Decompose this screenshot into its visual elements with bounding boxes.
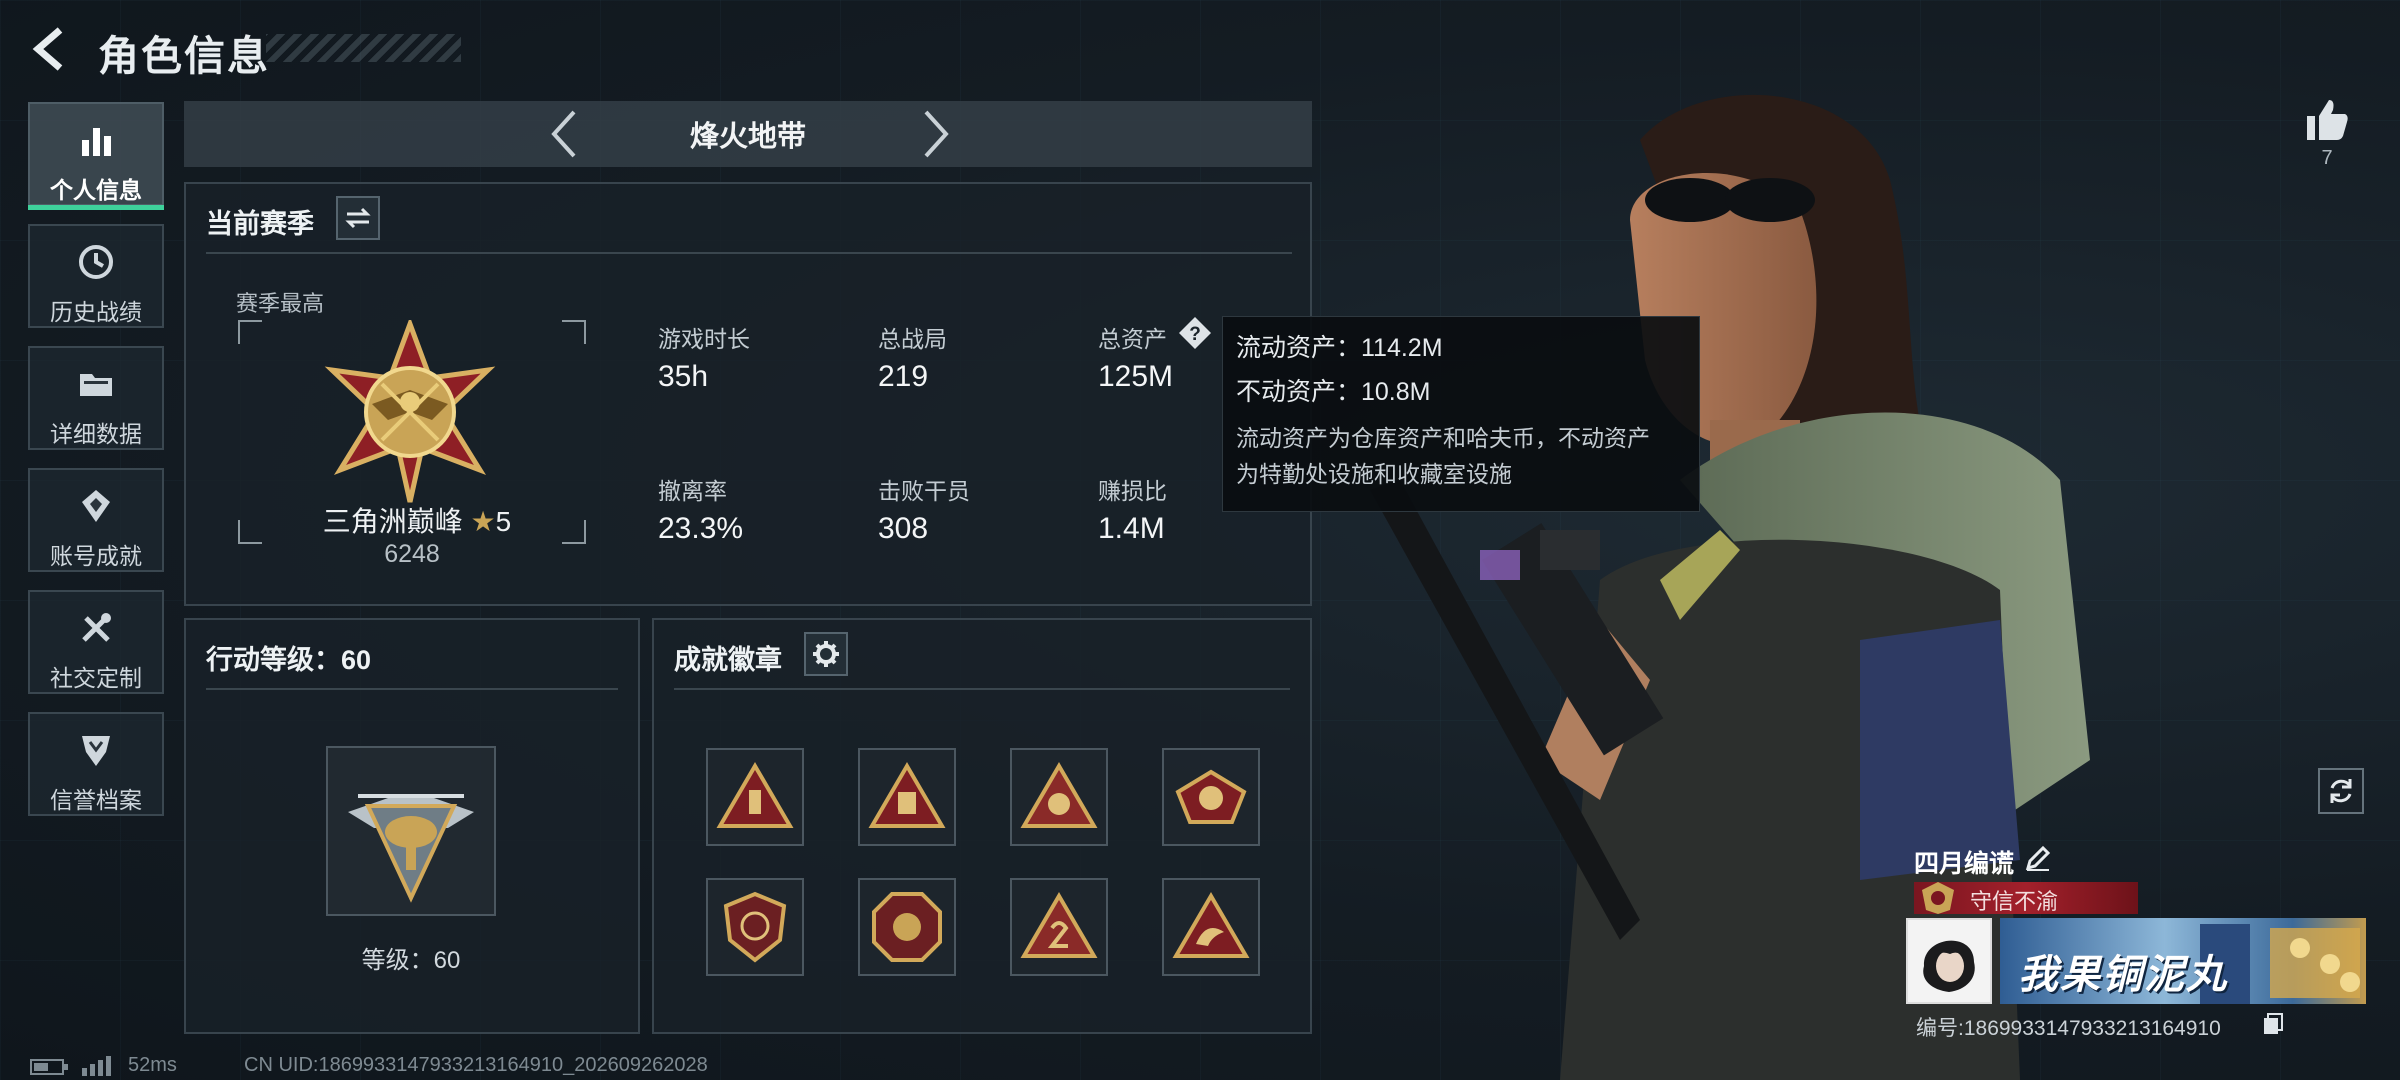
name-card-text: 我果铜泥丸: [2018, 953, 2228, 997]
star-triangle-badge-icon: [1020, 762, 1098, 828]
badge-settings-button[interactable]: [804, 632, 848, 676]
badge-slot-1[interactable]: [706, 748, 804, 846]
badge-slot-5[interactable]: [706, 878, 804, 976]
badge-slot-2[interactable]: [858, 748, 956, 846]
badge-slot-3[interactable]: [1010, 748, 1108, 846]
next-mode-arrow-icon[interactable]: [916, 108, 956, 160]
credit-shield-icon: [82, 736, 110, 766]
nav-item-personal-info[interactable]: 个人信息: [28, 102, 164, 210]
badge-divider: [674, 688, 1290, 690]
level-divider: [206, 688, 618, 690]
prev-mode-arrow-icon[interactable]: [544, 108, 584, 160]
season-highest-label: 赛季最高: [236, 291, 325, 316]
stat-label: 游戏时长: [658, 326, 750, 352]
bar-chart-icon: [82, 128, 111, 156]
honor-title: 守信不渝: [1970, 889, 2059, 914]
clock-icon: [79, 245, 113, 279]
octagon-badge-icon: [872, 892, 942, 962]
nav-item-social-custom[interactable]: 社交定制: [28, 590, 164, 694]
season-title: 当前赛季: [206, 209, 314, 239]
badge-title: 成就徽章: [674, 645, 782, 675]
stat-label: 总战局: [878, 326, 947, 352]
honor-emblem-icon: [1922, 882, 1954, 914]
nav-item-detailed-data[interactable]: 详细数据: [28, 346, 164, 450]
rank-name-row: 三角洲巅峰 ★5: [310, 500, 524, 540]
level-title: 行动等级：60: [206, 645, 372, 675]
stat-value: 1.4M: [1098, 512, 1165, 545]
badge-slot-7[interactable]: [1010, 878, 1108, 976]
season-divider: [206, 252, 1292, 254]
refresh-button[interactable]: [2318, 768, 2364, 814]
battery-icon: [30, 1059, 68, 1075]
stat-label: 撤离率: [658, 478, 727, 504]
achievement-icon: [82, 490, 110, 522]
thumbs-up-icon: [2307, 100, 2348, 140]
mode-title: 烽火地带: [689, 121, 806, 153]
stat-label: 赚损比: [1098, 478, 1167, 504]
nav-item-history[interactable]: 历史战绩: [28, 224, 164, 328]
folder-icon: [80, 374, 112, 396]
nav-label: 社交定制: [50, 665, 142, 691]
shield-badge-icon: [723, 891, 787, 963]
edit-pencil-icon[interactable]: [2024, 844, 2052, 872]
helicopter-emblem-icon: [348, 794, 474, 903]
tools-icon: [82, 613, 111, 642]
number-triangle-badge-icon: [1020, 892, 1098, 958]
footer-uid: CN UID:1869933147933213164910_2026092620…: [244, 1054, 708, 1076]
stat-value: 23.3%: [658, 512, 744, 545]
nav-label: 历史战绩: [50, 299, 142, 325]
player-name: 四月编谎: [1914, 850, 2015, 878]
stat-label: 总资产: [1098, 326, 1167, 352]
rank-score: 6248: [384, 540, 440, 568]
tooltip-liquid-assets: 流动资产：114.2M: [1236, 334, 1443, 362]
tooltip-fixed-assets: 不动资产：10.8M: [1236, 378, 1431, 406]
swap-icon: [345, 207, 371, 229]
eagle-badge-icon: [1175, 769, 1247, 824]
nav-label: 个人信息: [50, 177, 142, 203]
ping: 52ms: [128, 1054, 177, 1076]
badge-slot-4[interactable]: [1162, 748, 1260, 846]
stat-label: 击败干员: [878, 478, 970, 504]
triangle-badge-icon: [868, 762, 946, 828]
rank-star-icon: ★: [470, 506, 496, 537]
nav-item-achievements[interactable]: 账号成就: [28, 468, 164, 572]
asset-help-button[interactable]: ?: [1178, 316, 1212, 350]
question-icon: ?: [1179, 317, 1211, 349]
rank-stars: 5: [495, 506, 512, 537]
svg-text:?: ?: [1189, 324, 1201, 345]
season-switch-button[interactable]: [336, 196, 380, 240]
like-widget[interactable]: 7: [2302, 96, 2352, 170]
rank-medal-icon: [324, 320, 496, 503]
tooltip-desc-line2: 为特勤处设施和收藏室设施: [1236, 461, 1512, 487]
avatar[interactable]: [1906, 918, 1992, 1004]
gear-icon: [813, 641, 839, 667]
like-count: 7: [2321, 147, 2333, 169]
tooltip-desc-line1: 流动资产为仓库资产和哈夫币，不动资产: [1236, 425, 1650, 451]
stat-value: 35h: [658, 360, 709, 393]
stat-value: 308: [878, 512, 929, 545]
player-id: 编号:1869933147933213164910: [1916, 1017, 2221, 1040]
nav-item-credit-record[interactable]: 信誉档案: [28, 712, 164, 816]
stat-value: 125M: [1098, 360, 1174, 393]
rank-name: 三角洲巅峰: [322, 506, 463, 537]
refresh-icon: [2330, 779, 2352, 803]
copy-icon[interactable]: [2262, 1012, 2284, 1036]
dragon-triangle-badge-icon: [1172, 892, 1250, 958]
triangle-badge-icon: [716, 762, 794, 828]
level-emblem-frame: [326, 746, 496, 916]
page-title: 角色信息: [98, 33, 270, 79]
signal-icon: [82, 1056, 111, 1076]
nav-label: 账号成就: [50, 543, 142, 569]
nav-label: 详细数据: [50, 421, 142, 447]
stat-value: 219: [878, 360, 929, 393]
avatar-portrait: [1908, 920, 1990, 1002]
nav-label: 信誉档案: [50, 787, 142, 813]
level-caption: 等级：60: [361, 947, 461, 974]
title-decoration: [266, 34, 461, 62]
badge-slot-8[interactable]: [1162, 878, 1260, 976]
back-arrow-icon[interactable]: [26, 24, 76, 74]
badge-slot-6[interactable]: [858, 878, 956, 976]
